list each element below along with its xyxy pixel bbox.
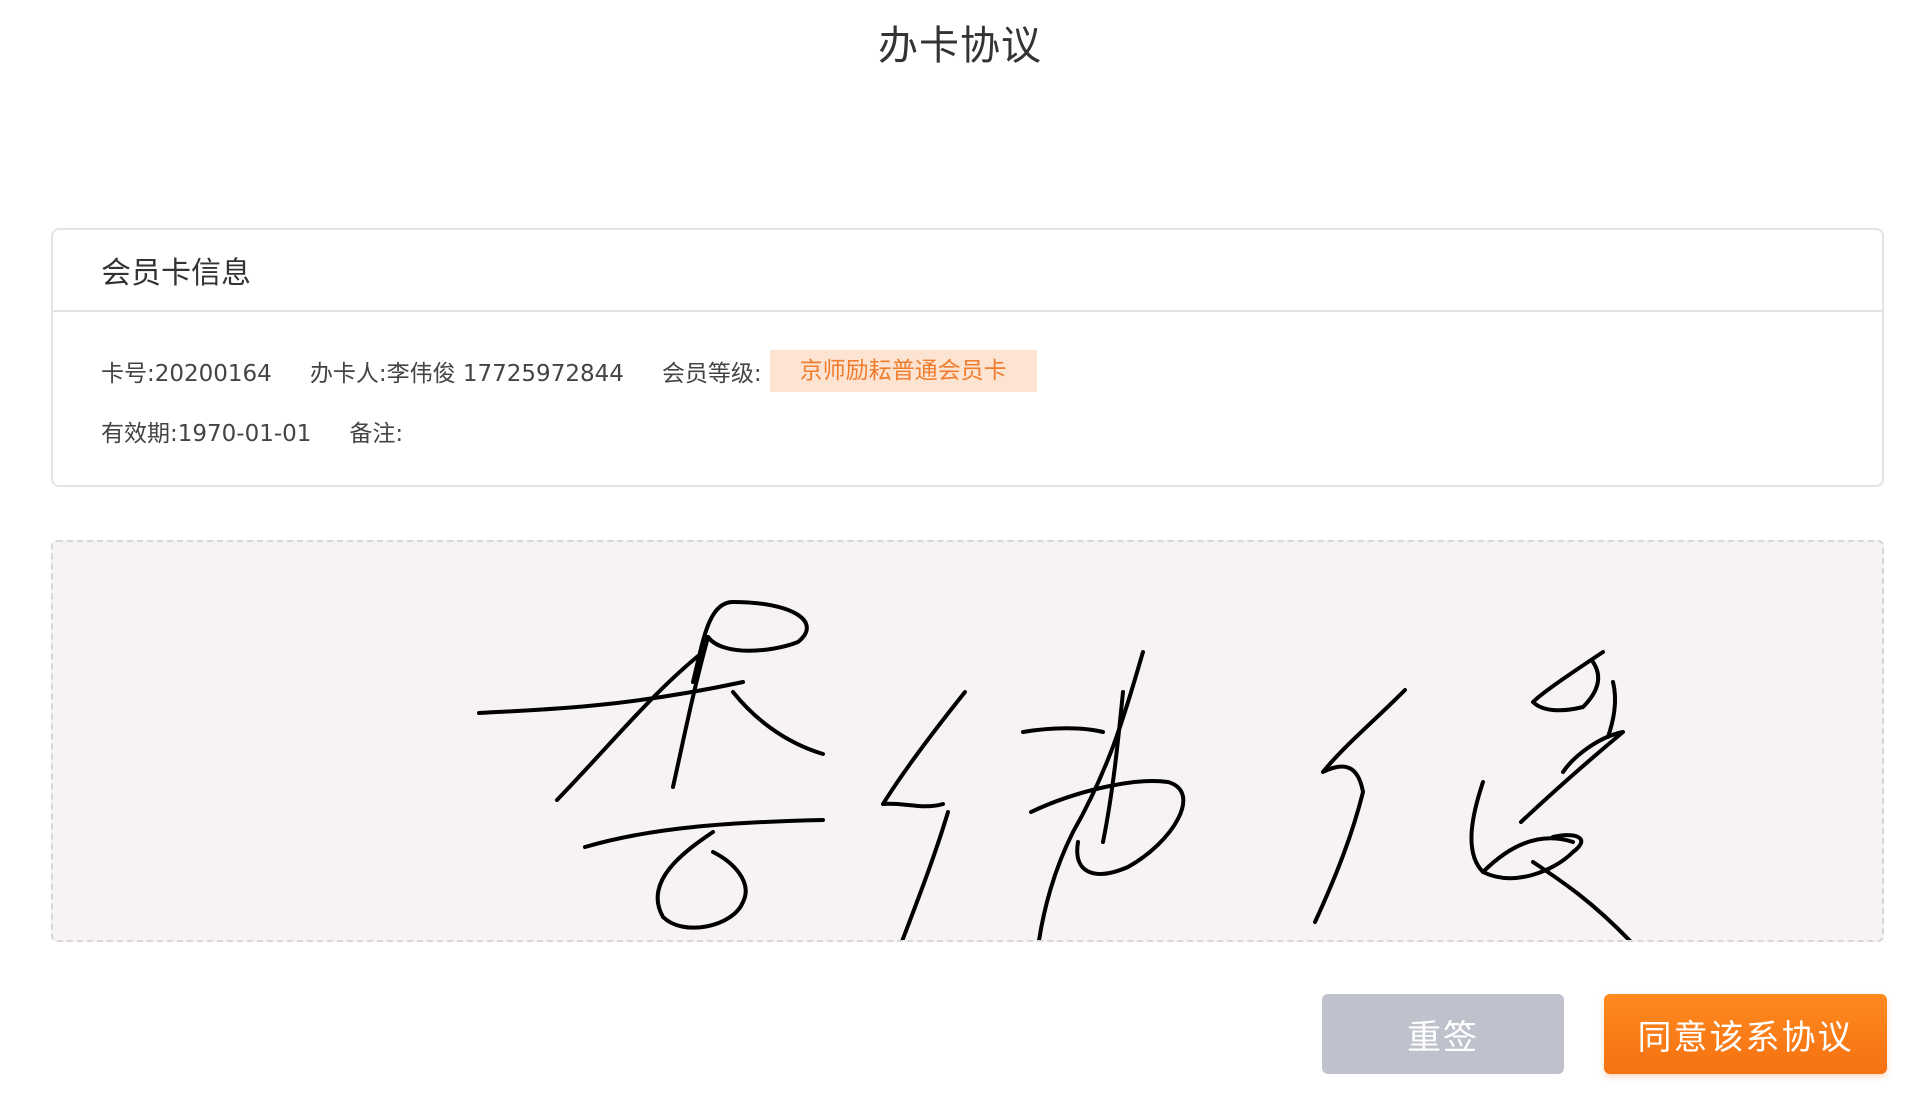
info-row-secondary: 有效期:1970-01-01 备注: — [101, 410, 1882, 452]
remark: 备注: — [349, 421, 404, 447]
signature-stroke — [1313, 688, 1407, 924]
card-number: 卡号:20200164 — [101, 361, 272, 387]
signature-stroke — [1037, 650, 1145, 940]
agree-button[interactable]: 同意该系协议 — [1604, 994, 1887, 1074]
member-level-badge: 京师励耘普通会员卡 — [769, 350, 1037, 392]
signature-stroke — [691, 600, 809, 684]
signature-stroke — [1021, 726, 1105, 734]
signature-stroke — [583, 818, 825, 849]
page-title: 办卡协议 — [878, 23, 1042, 69]
signature-stroke — [900, 810, 950, 940]
signature-drawing — [477, 600, 1632, 940]
member-level-label: 会员等级: — [661, 361, 762, 387]
signature-stroke — [1481, 836, 1575, 874]
signature-stroke — [555, 650, 705, 802]
card-info-header: 会员卡信息 — [53, 230, 1882, 312]
card-info-body: 卡号:20200164 办卡人:李伟俊 17725972844 会员等级: 京师… — [53, 312, 1882, 452]
resign-button[interactable]: 重签 — [1322, 994, 1564, 1074]
signature-stroke — [1469, 780, 1584, 881]
signature-stroke — [655, 830, 748, 930]
card-info-panel: 会员卡信息 卡号:20200164 办卡人:李伟俊 17725972844 会员… — [51, 228, 1884, 487]
validity-date: 有效期:1970-01-01 — [101, 421, 312, 447]
signature-stroke — [1531, 650, 1605, 713]
signature-stroke — [671, 635, 710, 789]
member-level: 会员等级: 京师励耘普通会员卡 — [662, 350, 1037, 392]
signature-stroke — [881, 690, 967, 809]
applicant-info: 办卡人:李伟俊 17725972844 — [309, 361, 624, 387]
signature-stroke — [1606, 680, 1618, 739]
signature-stroke — [1519, 730, 1625, 824]
signature-stroke — [731, 690, 825, 756]
info-row-primary: 卡号:20200164 办卡人:李伟俊 17725972844 会员等级: 京师… — [101, 350, 1882, 392]
page: 办卡协议 会员卡信息 卡号:20200164 办卡人:李伟俊 177259728… — [0, 0, 1920, 1116]
signature-stroke — [1531, 860, 1632, 940]
signature-pad[interactable] — [51, 540, 1884, 942]
signature-stroke — [477, 680, 745, 715]
